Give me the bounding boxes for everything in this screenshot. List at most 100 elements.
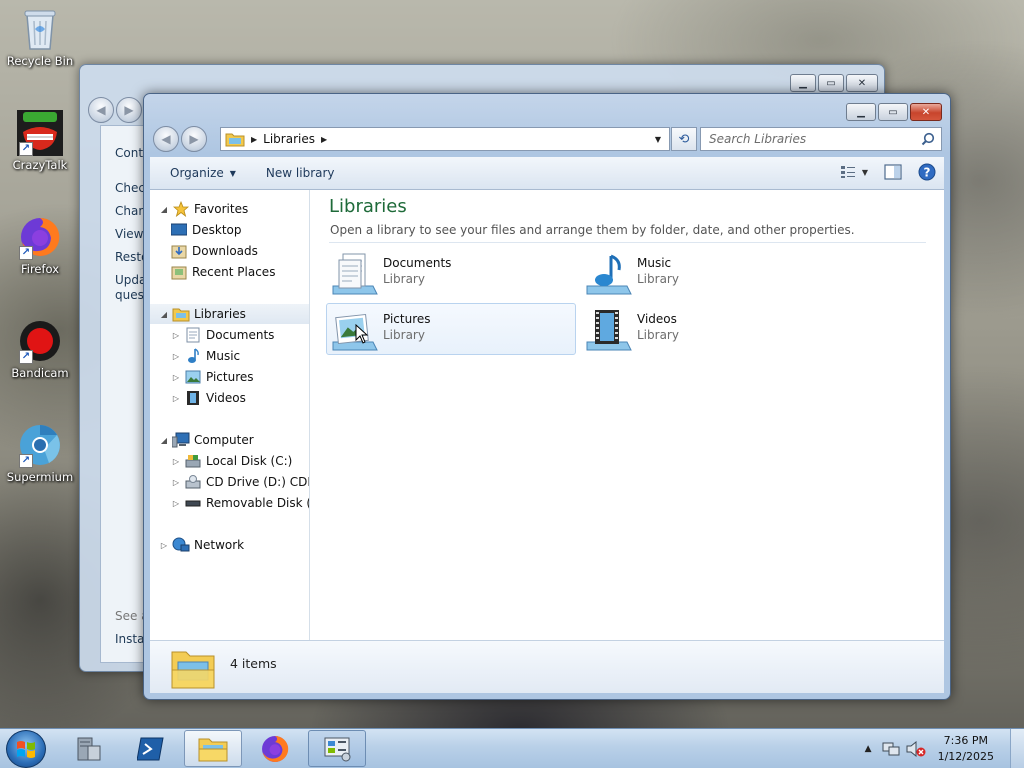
- pictures-icon: [184, 369, 202, 385]
- nav-label: Local Disk (C:): [206, 454, 293, 468]
- collapse-arrow-icon[interactable]: ◢: [158, 205, 170, 214]
- desktop-icon-crazytalk[interactable]: ↗ CrazyTalk: [2, 110, 78, 172]
- sidebar-link[interactable]: Chan: [115, 204, 146, 218]
- help-icon[interactable]: ?: [918, 163, 936, 181]
- documents-icon: [184, 327, 202, 343]
- expand-arrow-icon[interactable]: ▷: [170, 331, 182, 340]
- videos-library-icon: [586, 310, 632, 351]
- collapse-arrow-icon[interactable]: ◢: [158, 310, 170, 319]
- breadcrumb-separator-icon[interactable]: ▶: [321, 135, 327, 144]
- libraries-icon: [172, 306, 190, 322]
- volume-muted-icon[interactable]: [906, 741, 926, 757]
- desktop-icon-supermium[interactable]: ↗ Supermium: [2, 422, 78, 484]
- library-item-documents[interactable]: Documents Library: [326, 247, 576, 299]
- libraries-folder-icon: [225, 133, 245, 147]
- nav-pictures[interactable]: ▷ Pictures: [170, 367, 254, 387]
- collapse-arrow-icon[interactable]: ◢: [158, 436, 170, 445]
- back-arrow-icon[interactable]: ◀: [153, 126, 179, 152]
- star-icon: [172, 201, 190, 217]
- show-hidden-icons-icon[interactable]: ▲: [865, 744, 872, 754]
- library-item-music[interactable]: Music Library: [580, 247, 830, 299]
- nav-network[interactable]: ▷ Network: [158, 535, 244, 555]
- desktop-icon-recycle-bin[interactable]: Recycle Bin: [2, 6, 78, 68]
- library-name: Videos: [637, 312, 677, 326]
- minimize-button[interactable]: ▁: [846, 103, 876, 121]
- nav-computer[interactable]: ◢ Computer: [158, 430, 254, 450]
- taskbar-control-panel[interactable]: [308, 730, 366, 767]
- crazytalk-icon: ↗: [17, 110, 63, 156]
- start-button[interactable]: [6, 730, 46, 768]
- nav-cd-drive-d[interactable]: ▷ CD Drive (D:) CDROM: [170, 472, 309, 492]
- address-bar[interactable]: ▶ Libraries ▶ ▼: [220, 127, 670, 151]
- desktop-icon-label: Firefox: [20, 262, 60, 276]
- maximize-button[interactable]: ▭: [878, 103, 908, 121]
- expand-arrow-icon[interactable]: ▷: [170, 499, 182, 508]
- windows-explorer-icon: [198, 738, 228, 761]
- library-item-videos[interactable]: Videos Library: [580, 303, 830, 355]
- taskbar-server-manager[interactable]: [60, 730, 118, 767]
- library-item-pictures[interactable]: Pictures Library: [326, 303, 576, 355]
- view-options-icon: [840, 166, 855, 178]
- breadcrumb-separator-icon[interactable]: ▶: [251, 135, 257, 144]
- breadcrumb-libraries[interactable]: Libraries: [263, 132, 315, 146]
- forward-arrow-icon[interactable]: ▶: [181, 126, 207, 152]
- organize-button[interactable]: Organize ▼: [170, 166, 236, 180]
- system-clock[interactable]: 7:36 PM 1/12/2025: [938, 733, 994, 765]
- minimize-button[interactable]: ▁: [790, 74, 816, 92]
- nav-label: CD Drive (D:) CDROM: [206, 475, 309, 489]
- back-window-caption-buttons: ▁ ▭ ✕: [790, 74, 878, 92]
- nav-label: Pictures: [206, 370, 254, 384]
- nav-removable-disk-e[interactable]: ▷ Removable Disk (E:): [170, 493, 309, 513]
- nav-recent-places[interactable]: Recent Places: [168, 262, 275, 282]
- supermium-icon: ↗: [17, 422, 63, 468]
- music-library-icon: [586, 254, 632, 295]
- nav-favorites[interactable]: ◢ Favorites: [158, 199, 248, 219]
- firefox-icon: ↗: [17, 214, 63, 260]
- close-button[interactable]: ✕: [910, 103, 942, 121]
- nav-desktop[interactable]: Desktop: [168, 220, 242, 240]
- search-icon[interactable]: [921, 132, 935, 146]
- sidebar-link[interactable]: Upda: [115, 273, 146, 287]
- expand-arrow-icon[interactable]: ▷: [170, 394, 182, 403]
- sidebar-link[interactable]: View: [115, 227, 143, 241]
- search-input[interactable]: [709, 132, 919, 146]
- navigation-pane[interactable]: ◢ Favorites Desktop Downloads Recent Pla…: [150, 190, 310, 640]
- close-button[interactable]: ✕: [846, 74, 878, 92]
- nav-downloads[interactable]: Downloads: [168, 241, 258, 261]
- expand-arrow-icon[interactable]: ▷: [170, 478, 182, 487]
- computer-icon: [172, 432, 190, 448]
- cd-drive-icon: [184, 474, 202, 490]
- show-desktop-button[interactable]: [1010, 729, 1024, 768]
- expand-arrow-icon[interactable]: ▷: [170, 373, 182, 382]
- bandicam-icon: ↗: [17, 318, 63, 364]
- nav-local-disk-c[interactable]: ▷ Local Disk (C:): [170, 451, 292, 471]
- nav-music[interactable]: ▷ Music: [170, 346, 240, 366]
- mouse-cursor-icon: [355, 324, 369, 344]
- nav-libraries[interactable]: ◢ Libraries: [150, 304, 309, 324]
- expand-arrow-icon[interactable]: ▷: [170, 352, 182, 361]
- network-status-icon[interactable]: [882, 741, 900, 757]
- nav-videos[interactable]: ▷ Videos: [170, 388, 246, 408]
- search-box[interactable]: [700, 127, 942, 151]
- nav-documents[interactable]: ▷ Documents: [170, 325, 274, 345]
- desktop-icon-bandicam[interactable]: ↗ Bandicam: [2, 318, 78, 380]
- new-library-button[interactable]: New library: [266, 166, 335, 180]
- taskbar-firefox[interactable]: [246, 730, 304, 767]
- sidebar-link[interactable]: Chec: [115, 181, 145, 195]
- desktop-icon-firefox[interactable]: ↗ Firefox: [2, 214, 78, 276]
- taskbar-windows-explorer[interactable]: [184, 730, 242, 767]
- nav-label: Downloads: [192, 244, 258, 258]
- back-arrow-icon[interactable]: ◀: [88, 97, 114, 123]
- library-name: Documents: [383, 256, 452, 270]
- change-view-button[interactable]: ▼: [840, 165, 868, 179]
- maximize-button[interactable]: ▭: [818, 74, 844, 92]
- address-dropdown-icon[interactable]: ▼: [647, 128, 669, 150]
- taskbar: ▲ 7:36 PM 1/12/2025: [0, 728, 1024, 768]
- forward-arrow-icon[interactable]: ▶: [116, 97, 142, 123]
- expand-arrow-icon[interactable]: ▷: [170, 457, 182, 466]
- preview-pane-icon[interactable]: [884, 164, 902, 180]
- taskbar-powershell[interactable]: [122, 730, 180, 767]
- libraries-explorer-window[interactable]: ▁ ▭ ✕ ◀ ▶ ▶ Libraries ▶ ▼ ⟲ Organize ▼ N…: [143, 93, 951, 700]
- expand-arrow-icon[interactable]: ▷: [158, 541, 170, 550]
- refresh-icon[interactable]: ⟲: [671, 127, 697, 151]
